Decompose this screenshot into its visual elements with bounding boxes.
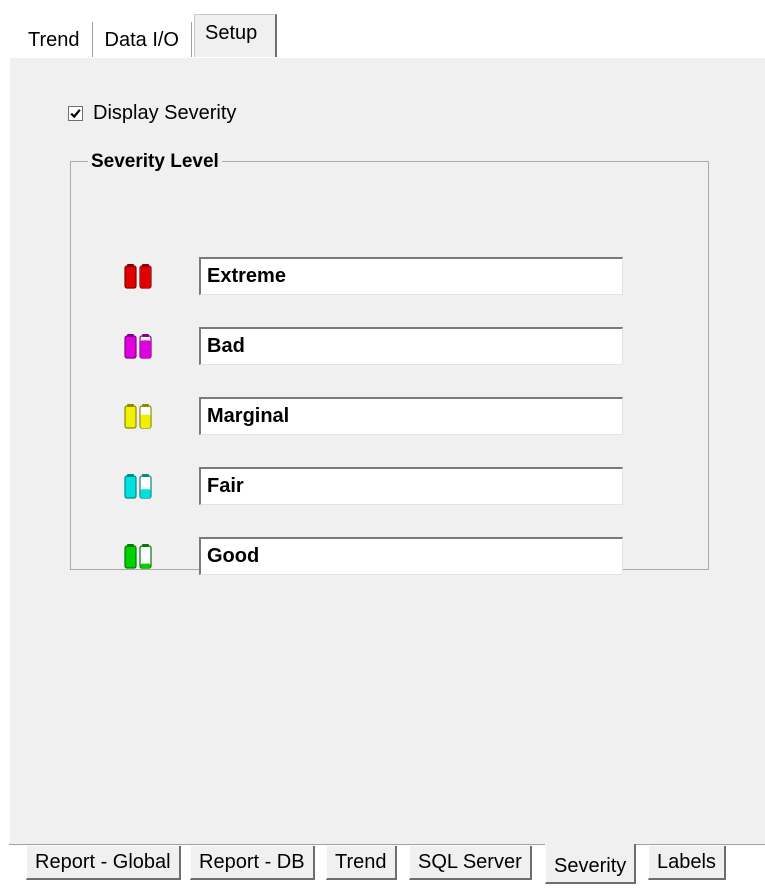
- severity-fair-icon: [124, 474, 152, 499]
- severity-extreme-icon: [124, 264, 152, 289]
- bottom-tab-divider: [9, 844, 765, 845]
- severity-row-good: Good: [71, 537, 708, 575]
- tab-trend[interactable]: Trend: [14, 22, 93, 58]
- severity-bad-icon: [124, 334, 152, 359]
- top-tab-strip: Trend Data I/O Setup: [14, 14, 278, 58]
- display-severity-checkbox[interactable]: [68, 106, 83, 121]
- severity-row-fair: Fair: [71, 467, 708, 505]
- tab-data-io[interactable]: Data I/O: [93, 22, 192, 58]
- severity-marginal-icon: [124, 404, 152, 429]
- severity-extreme-field[interactable]: Extreme: [199, 257, 623, 295]
- severity-marginal-field[interactable]: Marginal: [199, 397, 623, 435]
- severity-row-bad: Bad: [71, 327, 708, 365]
- tab-report-global[interactable]: Report - Global: [26, 846, 181, 880]
- severity-good-field[interactable]: Good: [199, 537, 623, 575]
- bottom-tab-strip: Report - Global Report - DB Trend SQL Se…: [0, 844, 765, 890]
- display-severity-label: Display Severity: [93, 102, 237, 124]
- severity-fair-field[interactable]: Fair: [199, 467, 623, 505]
- display-severity-option[interactable]: Display Severity: [68, 102, 236, 125]
- severity-row-marginal: Marginal: [71, 397, 708, 435]
- checkmark-icon: [70, 109, 81, 119]
- severity-bad-field[interactable]: Bad: [199, 327, 623, 365]
- severity-row-extreme: Extreme: [71, 257, 708, 295]
- severity-level-group: Severity Level Extreme Bad Marginal Fair…: [70, 151, 709, 575]
- tab-sql-server[interactable]: SQL Server: [409, 846, 532, 880]
- severity-level-group-title: Severity Level: [88, 151, 222, 173]
- tab-severity[interactable]: Severity: [545, 844, 637, 884]
- tab-report-db[interactable]: Report - DB: [190, 846, 315, 880]
- severity-good-icon: [124, 544, 152, 569]
- tab-setup[interactable]: Setup: [194, 14, 278, 58]
- tab-labels[interactable]: Labels: [648, 846, 726, 880]
- setup-panel: Display Severity Severity Level Extreme …: [9, 57, 765, 845]
- tab-trend-bottom[interactable]: Trend: [326, 846, 397, 880]
- severity-settings-window: Trend Data I/O Setup Display Severity Se…: [0, 0, 765, 890]
